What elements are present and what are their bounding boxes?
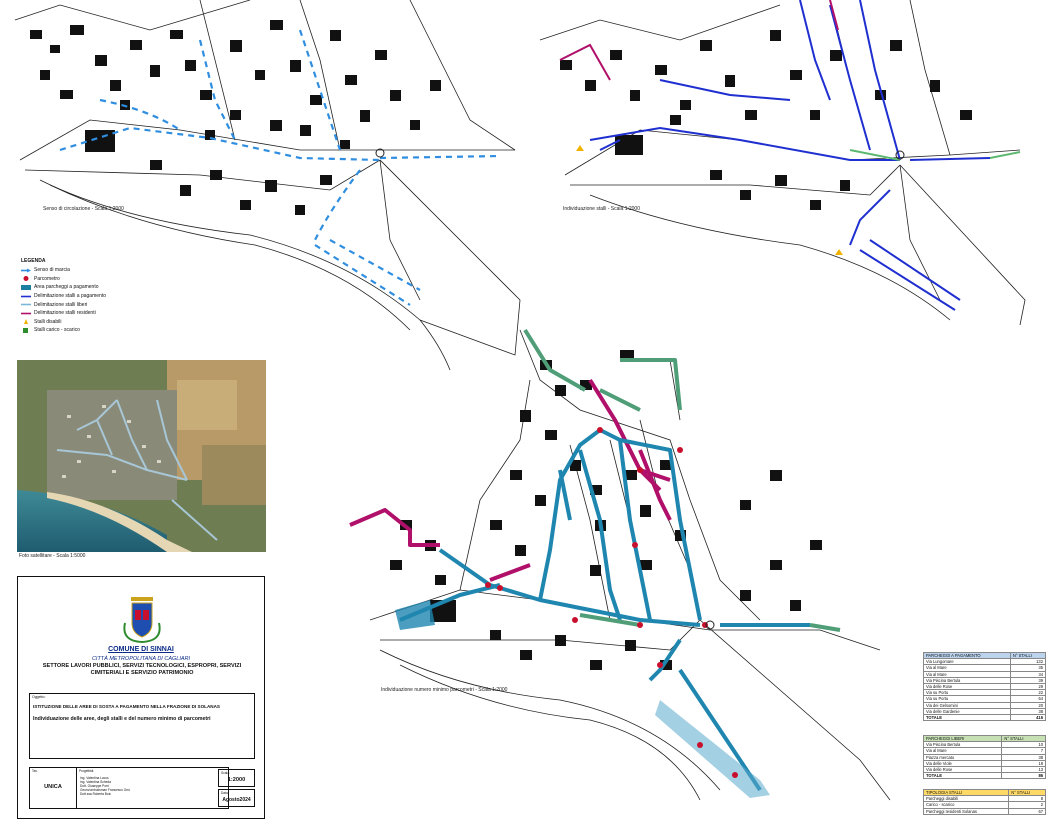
table-parcheggi-pagamento: PARCHEGGI A PAGAMENTO N° STALLI Via Lung… bbox=[923, 651, 1047, 722]
table-row: Parcheggi residenti Solanas 67 bbox=[922, 807, 1046, 815]
oggetto-subtitle: Individuazione delle aree, degli stalli … bbox=[33, 716, 211, 722]
line-icon bbox=[21, 294, 31, 299]
legend-label: Stalli carico - scarico bbox=[34, 327, 80, 334]
table-total-row: TOTALE 86 bbox=[922, 772, 1046, 780]
settore-line2: CIMITERIALI E SERVIZIO PATRIMONIO bbox=[90, 669, 194, 676]
table-total-row: TOTALE 416 bbox=[923, 714, 1047, 722]
table-tipologia-stalli: TIPOLOGIA STALLI N° STALLI Parcheggi dis… bbox=[922, 788, 1046, 815]
line-icon bbox=[21, 302, 31, 307]
settore-line1: SETTORE LAVORI PUBBLICI, SERVIZI TECNOLO… bbox=[42, 663, 242, 669]
oggetto-title: ISTITUZIONE DELLE AREE DI SOSTA A PAGAME… bbox=[33, 704, 220, 709]
table-cell: TOTALE bbox=[923, 714, 1011, 722]
oggetto-box: Oggetto: ISTITUZIONE DELLE AREE DI SOSTA… bbox=[29, 693, 255, 759]
scala-cell: Scala: 1:2000 bbox=[218, 769, 255, 787]
data-cell: Data: Agosto2024 bbox=[218, 789, 255, 807]
map-parcometri bbox=[349, 328, 891, 801]
table-cell: Parcheggi residenti Solanas bbox=[922, 807, 1010, 815]
tav-value: UNICA bbox=[44, 784, 62, 790]
disabled-icon bbox=[21, 319, 31, 325]
citta-metropolitana: CITTÀ METROPOLITANA DI CAGLIARI bbox=[91, 656, 191, 662]
legend-label: Delimitazione stalli liberi bbox=[34, 301, 88, 308]
table-cell: 67 bbox=[1008, 807, 1046, 815]
legend-item-area: Area parcheggi a pagamento bbox=[21, 283, 151, 292]
title-block: COMUNE DI SINNAI CITTÀ METROPOLITANA DI … bbox=[17, 576, 265, 819]
legend-label: Delimitazione stalli a pagamento bbox=[34, 293, 106, 300]
map-caption-parcometri: Individuazione numero minimo parcometri … bbox=[381, 687, 508, 693]
progettisti-cell: Progettisti: Ing. Valentina Locus Ing. V… bbox=[77, 767, 229, 809]
area-icon bbox=[21, 284, 31, 290]
oggetto-label: Oggetto: bbox=[32, 695, 46, 699]
table-cell: TOTALE bbox=[922, 772, 1003, 780]
map-caption-stalli: Individuazione stalli - Scala 1:2000 bbox=[563, 206, 640, 212]
legend-item-stalli-liberi: Delimitazione stalli liberi bbox=[21, 300, 151, 309]
legend-label: Area parcheggi a pagamento bbox=[34, 284, 99, 291]
table-cell: 86 bbox=[1001, 772, 1046, 780]
satellite-photo bbox=[17, 360, 266, 552]
settore: SETTORE LAVORI PUBBLICI, SERVIZI TECNOLO… bbox=[28, 663, 256, 676]
legend-label: Parcometro bbox=[34, 275, 60, 282]
data-label: Data: bbox=[221, 791, 229, 795]
progettisti-label: Progettisti: bbox=[79, 769, 95, 773]
legend-item-parcometro: Parcometro bbox=[21, 275, 151, 284]
tav-cell: Tav. UNICA bbox=[29, 767, 77, 809]
legend-label: Senso di marcia bbox=[34, 267, 70, 274]
arrow-icon bbox=[21, 268, 31, 273]
table-parcheggi-liberi: PARCHEGGI LIBERI N° STALLI Via Piscina B… bbox=[922, 734, 1046, 780]
legend: LEGENDA Senso di marcia Parcometro Area … bbox=[21, 258, 151, 335]
data-value: Agosto2024 bbox=[222, 797, 251, 803]
map-caption-senso: Senso di circolazione - Scala 1:2000 bbox=[43, 206, 124, 212]
progettista: Dott.ssa Roberta Boic bbox=[80, 792, 112, 797]
legend-label: Stalli disabili bbox=[34, 318, 62, 325]
tav-label: Tav. bbox=[32, 769, 38, 773]
legend-item-stalli-residenti: Delimitazione stalli residenti bbox=[21, 309, 151, 318]
legend-item-stalli-pagamento: Delimitazione stalli a pagamento bbox=[21, 292, 151, 301]
title-block-bottom: Tav. UNICA Progettisti: Ing. Valentina L… bbox=[29, 767, 255, 809]
coat-of-arms-icon bbox=[123, 597, 161, 644]
line-icon bbox=[21, 311, 31, 316]
progettisti-list: Ing. Valentina Locus Ing. Valentina Sche… bbox=[80, 776, 130, 796]
legend-label: Delimitazione stalli residenti bbox=[34, 310, 96, 317]
legend-item-senso: Senso di marcia bbox=[21, 266, 151, 275]
satellite-caption: Foto satellitare - Scala 1:5000 bbox=[19, 553, 86, 559]
legend-item-disabili: Stalli disabili bbox=[21, 318, 151, 327]
legend-item-carico: Stalli carico - scarico bbox=[21, 326, 151, 335]
table-cell: 416 bbox=[1009, 714, 1047, 722]
comune-name: COMUNE DI SINNAI bbox=[108, 646, 174, 653]
scala-label: Scala: bbox=[221, 771, 230, 775]
parking-meter-icon bbox=[21, 276, 31, 282]
loading-icon bbox=[21, 327, 31, 333]
map-individuazione-stalli bbox=[539, 0, 1026, 326]
legend-title: LEGENDA bbox=[21, 258, 46, 264]
scala-value: 1:2000 bbox=[227, 777, 246, 783]
